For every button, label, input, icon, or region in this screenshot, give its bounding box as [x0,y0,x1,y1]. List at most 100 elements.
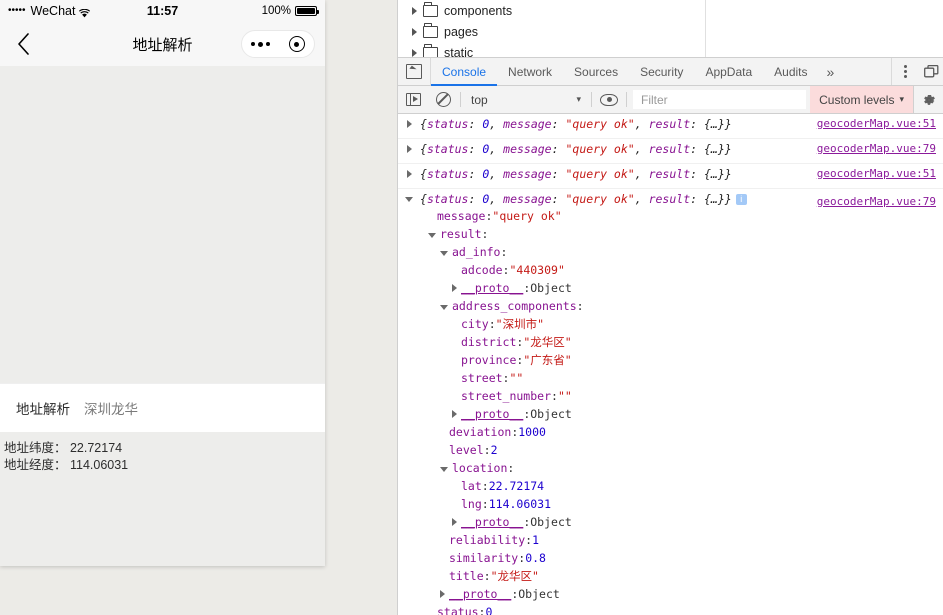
property-value: 2 [490,443,498,457]
more-tabs-button[interactable]: » [819,58,843,85]
console-source-link[interactable]: geocoderMap.vue:79 [817,142,936,155]
tab-network[interactable]: Network [497,58,563,85]
object-property-row[interactable]: level: 2 [398,441,943,459]
tab-security[interactable]: Security [629,58,694,85]
object-property-row[interactable]: title: "龙华区" [398,567,943,585]
file-tree-row[interactable]: components [398,0,705,21]
console-source-link[interactable]: geocoderMap.vue:51 [817,117,936,130]
property-key: street_number [461,389,552,403]
object-property-row[interactable]: __proto__: Object [398,279,943,297]
expand-arrow-icon[interactable] [398,167,420,178]
filter-input[interactable] [633,90,807,109]
chevron-down-icon: ▾ [899,94,904,104]
inspect-element-icon[interactable] [398,58,431,85]
wechat-capsule-button[interactable] [241,30,315,58]
longitude-line: 地址经度： 114.06031 [4,458,129,472]
property-key: similarity [449,551,519,565]
chevron-right-icon[interactable] [412,6,417,15]
object-property-row[interactable]: address_components: [398,297,943,315]
back-chevron-icon[interactable] [10,31,36,57]
tab-appdata[interactable]: AppData [694,58,763,85]
clear-console-icon[interactable] [428,92,458,107]
console-output[interactable]: {status: 0, message: "query ok", result:… [398,114,943,615]
collapse-arrow-icon[interactable] [440,305,448,310]
expand-arrow-icon[interactable] [398,117,420,128]
tab-label: Console [442,64,487,79]
screen-root: ••••• WeChat 11:57 100% 地址解析 地址解析 深圳龙华 地… [0,0,943,615]
file-tree-row[interactable]: static [398,42,705,57]
property-value: Object [530,281,572,295]
object-property-row[interactable]: deviation: 1000 [398,423,943,441]
tab-console[interactable]: Console [431,58,498,86]
console-message-row[interactable]: {status: 0, message: "query ok", result:… [398,164,943,189]
object-property-row[interactable]: message: "query ok" [398,207,943,225]
file-tree-row[interactable]: pages [398,21,705,42]
console-message-row[interactable]: {status: 0, message: "query ok", result:… [398,114,943,139]
expand-arrow-icon[interactable] [452,518,457,526]
object-property-row[interactable]: __proto__: Object [398,405,943,423]
geocode-result-card: 地址解析 深圳龙华 [0,383,325,432]
msg-val: {…}} [703,167,732,181]
collapse-arrow-icon[interactable] [428,233,436,238]
object-property-row[interactable]: city: "深圳市" [398,315,943,333]
msg-key: status [426,192,469,206]
property-key: deviation [449,425,512,439]
object-property-row[interactable]: __proto__: Object [398,513,943,531]
object-property-row[interactable]: result: [398,225,943,243]
object-property-row[interactable]: status: 0 [398,603,943,615]
expand-arrow-icon[interactable] [452,284,457,292]
console-source-link[interactable]: geocoderMap.vue:51 [817,167,936,180]
property-value: Object [518,587,560,601]
expand-arrow-icon[interactable] [452,410,457,418]
object-property-row[interactable]: adcode: "440309" [398,261,943,279]
object-property-row[interactable]: street: "" [398,369,943,387]
divider [591,92,592,107]
property-separator: : [502,371,510,385]
chevron-right-icon[interactable] [412,27,417,36]
object-property-row[interactable]: lat: 22.72174 [398,477,943,495]
property-separator: : [502,263,510,277]
tab-sources[interactable]: Sources [563,58,629,85]
miniprogram-page-body: 地址解析 深圳龙华 地址纬度： 22.72174 地址经度： 114.06031 [0,66,325,566]
divider [626,92,627,107]
more-vertical-icon[interactable] [892,65,918,78]
collapse-arrow-icon[interactable] [440,251,448,256]
map-view[interactable] [0,66,325,383]
property-separator: : [523,407,531,421]
more-dots-icon[interactable] [251,41,271,47]
collapse-arrow-icon[interactable] [440,467,448,472]
msg-key: result [648,117,691,131]
chevron-down-icon: ▾ [576,94,581,104]
expand-arrow-icon[interactable] [398,142,420,153]
collapse-arrow-icon[interactable] [398,192,420,202]
object-property-row[interactable]: location: [398,459,943,477]
chevron-right-icon[interactable] [412,48,417,57]
tab-audits[interactable]: Audits [763,58,818,85]
property-separator: : [507,461,515,475]
object-property-row[interactable]: __proto__: Object [398,585,943,603]
execution-context-select[interactable]: top ▾ [463,93,589,107]
log-levels-dropdown[interactable]: Custom levels ▾ [810,86,913,113]
property-key: level [449,443,484,457]
live-expression-icon[interactable] [594,93,624,106]
console-source-link[interactable]: geocoderMap.vue:79 [817,195,936,208]
object-property-row[interactable]: reliability: 1 [398,531,943,549]
file-tree-scroll[interactable]: components pages static [398,0,706,57]
property-key: __proto__ [461,515,524,529]
object-property-row[interactable]: ad_info: [398,243,943,261]
console-sidebar-icon[interactable] [398,93,428,106]
info-badge[interactable]: i [735,194,747,205]
expand-arrow-icon[interactable] [440,590,445,598]
target-circle-icon[interactable] [288,36,305,52]
object-property-row[interactable]: lng: 114.06031 [398,495,943,513]
console-message-row[interactable]: {status: 0, message: "query ok", result:… [398,139,943,164]
folder-icon [423,1,438,17]
object-property-row[interactable]: street_number: "" [398,387,943,405]
console-message-row-expanded[interactable]: {status: 0, message: "query ok", result:… [398,189,943,615]
gear-icon[interactable] [913,86,943,113]
object-property-row[interactable]: similarity: 0.8 [398,549,943,567]
dock-position-icon[interactable] [918,65,943,78]
object-property-row[interactable]: district: "龙华区" [398,333,943,351]
object-property-row[interactable]: province: "广东省" [398,351,943,369]
object-property-tree[interactable]: message: "query ok" result: ad_info: adcode… [398,207,943,615]
